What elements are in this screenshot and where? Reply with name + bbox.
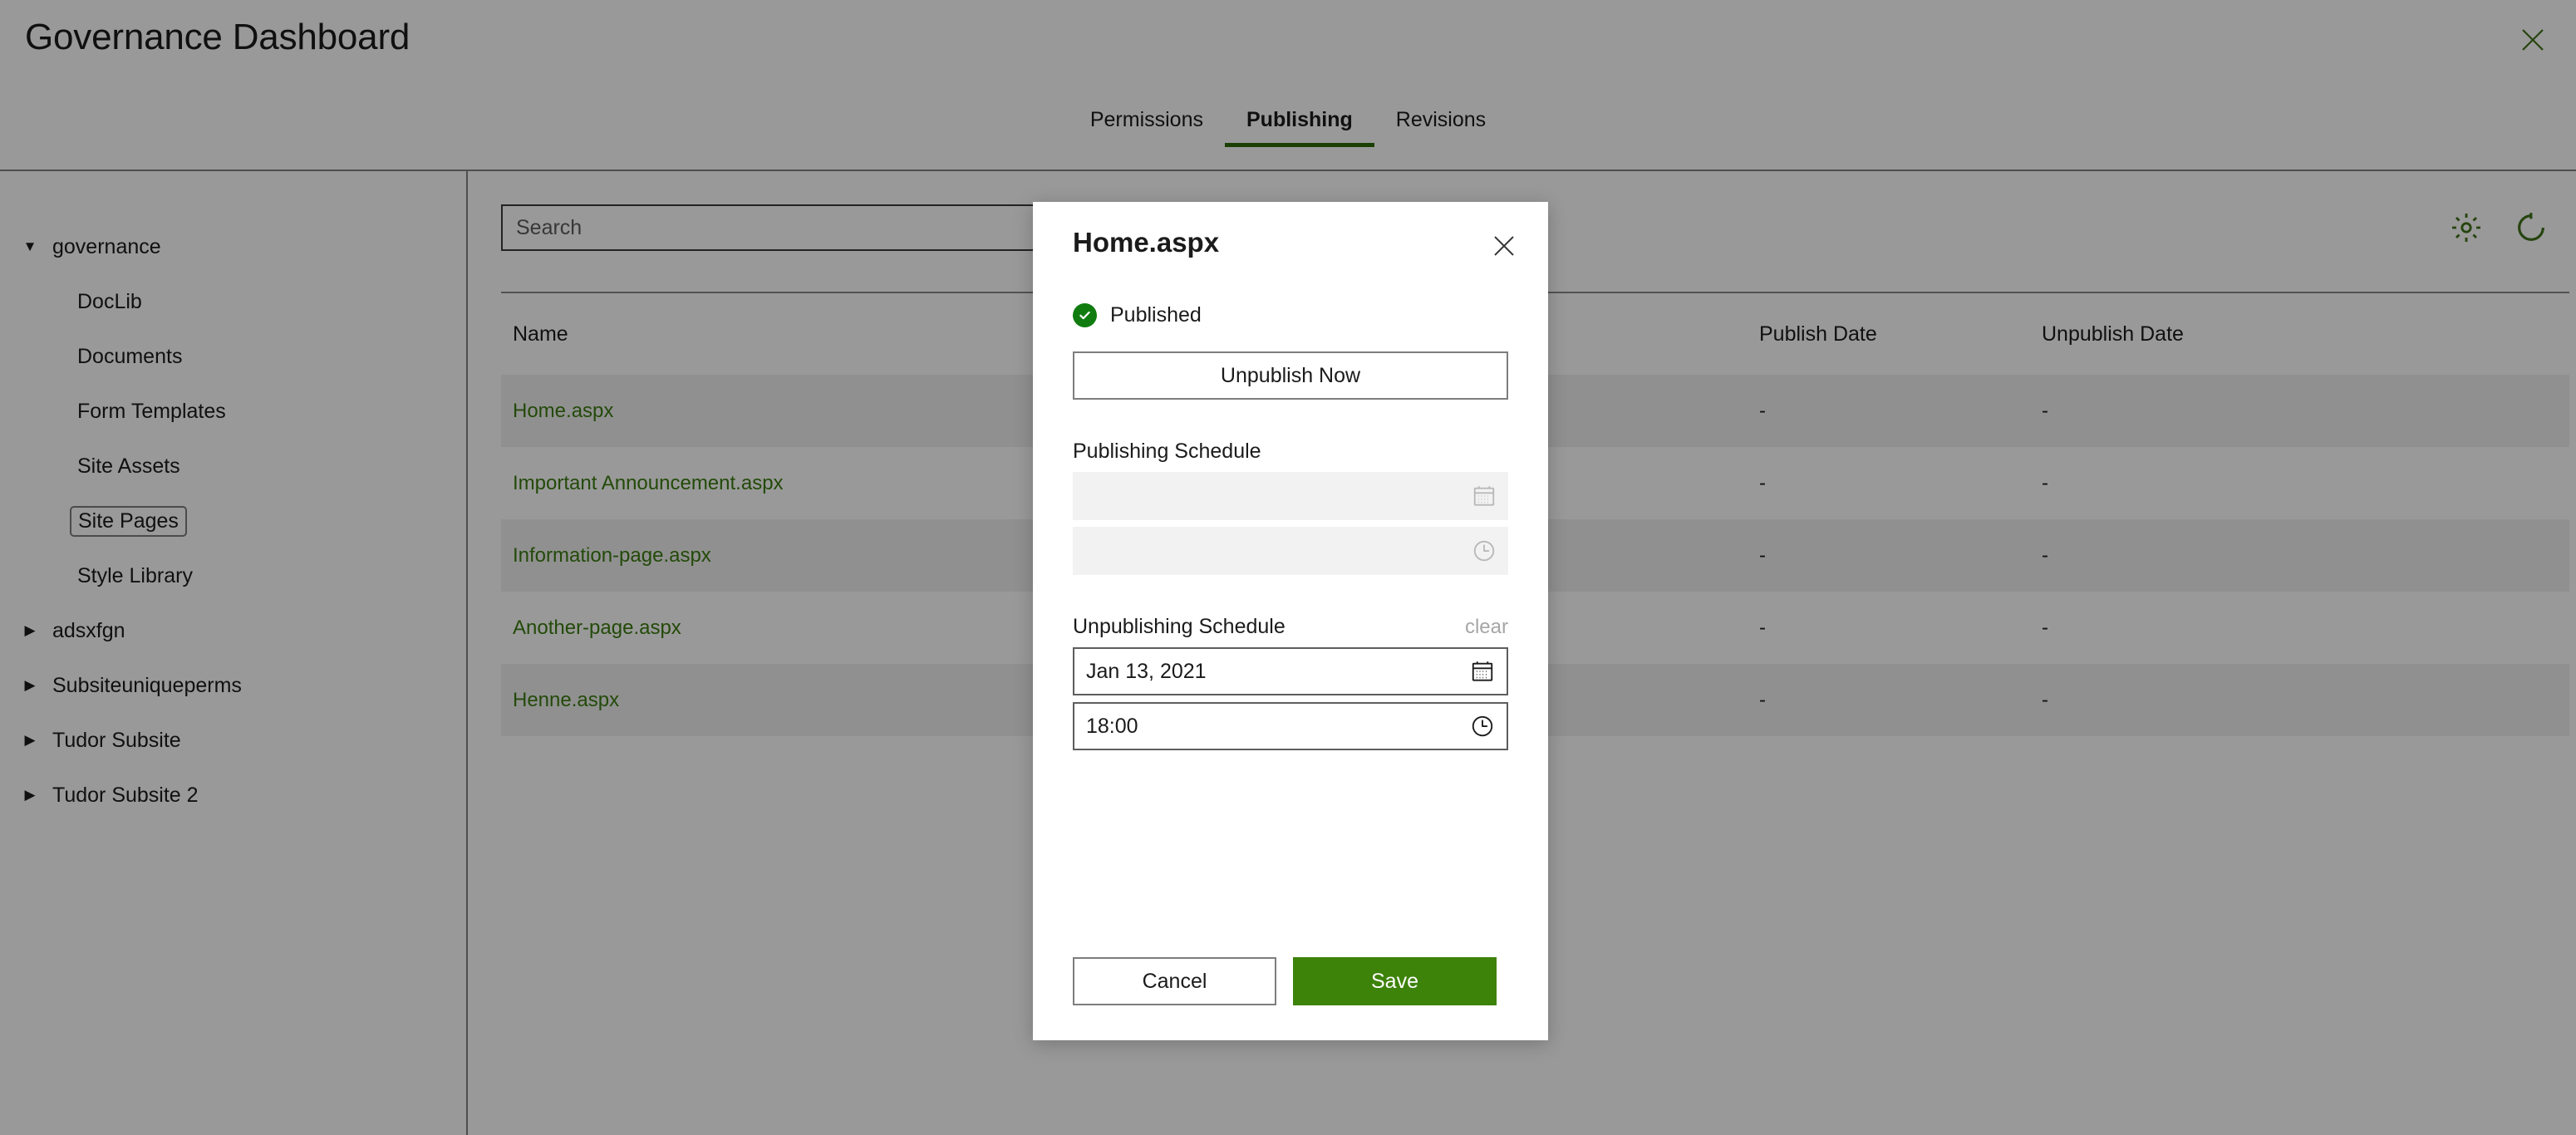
unpublish-time-value: 18:00 xyxy=(1086,714,1138,738)
publishing-dialog: Home.aspx Published Unpublish Now Publis… xyxy=(1033,202,1548,1040)
clear-unpublishing-link[interactable]: clear xyxy=(1465,616,1508,639)
publish-time-picker[interactable] xyxy=(1073,527,1508,575)
check-circle-icon xyxy=(1073,302,1097,327)
publish-status-text: Published xyxy=(1110,302,1202,327)
unpublishing-schedule-group: Unpublishing Schedule clear Jan 13, 2021 xyxy=(1073,615,1508,750)
dialog-close-button[interactable] xyxy=(1488,230,1520,262)
dialog-title: Home.aspx xyxy=(1073,227,1220,258)
unpublish-date-value: Jan 13, 2021 xyxy=(1086,659,1207,683)
unpublish-time-picker[interactable]: 18:00 xyxy=(1073,702,1508,750)
cancel-button[interactable]: Cancel xyxy=(1073,957,1276,1005)
publish-status-row: Published xyxy=(1073,292,1508,338)
unpublish-date-picker[interactable]: Jan 13, 2021 xyxy=(1073,647,1508,695)
publishing-schedule-label: Publishing Schedule xyxy=(1073,440,1261,463)
unpublishing-schedule-head: Unpublishing Schedule clear xyxy=(1073,615,1508,639)
calendar-icon xyxy=(1473,486,1495,506)
publishing-schedule-group: Publishing Schedule xyxy=(1073,440,1508,575)
save-button[interactable]: Save xyxy=(1293,957,1497,1005)
check-icon xyxy=(1079,311,1090,319)
unpublish-now-button[interactable]: Unpublish Now xyxy=(1073,351,1508,400)
calendar-icon xyxy=(1472,661,1493,681)
dialog-header: Home.aspx xyxy=(1033,202,1548,283)
dialog-footer: Cancel Save xyxy=(1033,957,1548,1040)
unpublishing-schedule-label: Unpublishing Schedule xyxy=(1073,615,1286,638)
clock-icon xyxy=(1472,715,1493,737)
close-icon xyxy=(1494,236,1514,256)
dialog-body: Published Unpublish Now Publishing Sched… xyxy=(1033,283,1548,957)
publish-date-picker[interactable] xyxy=(1073,472,1508,520)
publishing-schedule-head: Publishing Schedule xyxy=(1073,440,1508,464)
clock-icon xyxy=(1473,540,1495,562)
